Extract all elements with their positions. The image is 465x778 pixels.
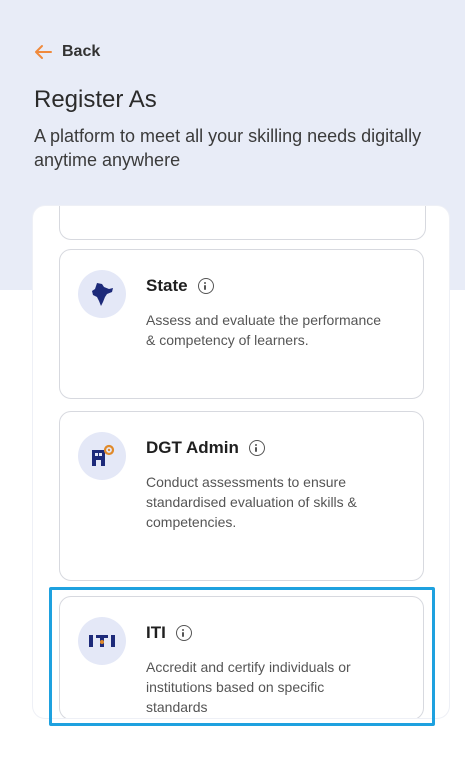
page-title: Register As (34, 86, 157, 113)
role-card-state[interactable]: State Assess and evaluate the performanc… (59, 249, 424, 399)
back-button[interactable]: Back (34, 32, 445, 72)
previous-role-card[interactable] (59, 206, 426, 240)
role-title: DGT Admin (146, 438, 239, 457)
back-label: Back (62, 43, 101, 60)
role-description: Conduct assessments to ensure standardis… (146, 474, 357, 530)
role-title: State (146, 276, 188, 295)
info-icon[interactable] (248, 440, 265, 456)
header: Back Register As A platform to meet all … (34, 32, 445, 172)
arrow-left-icon (34, 44, 52, 60)
india-map-icon (78, 270, 126, 318)
admin-building-icon (78, 432, 126, 480)
selected-role-highlight (49, 587, 435, 726)
role-card-dgt-admin[interactable]: DGT Admin Conduct assessments to ensure … (59, 411, 424, 581)
page-subtitle: A platform to meet all your skilling nee… (34, 126, 422, 170)
info-icon[interactable] (197, 278, 214, 294)
role-description: Assess and evaluate the performance & co… (146, 312, 382, 348)
register-as-screen: Back Register As A platform to meet all … (0, 0, 465, 778)
